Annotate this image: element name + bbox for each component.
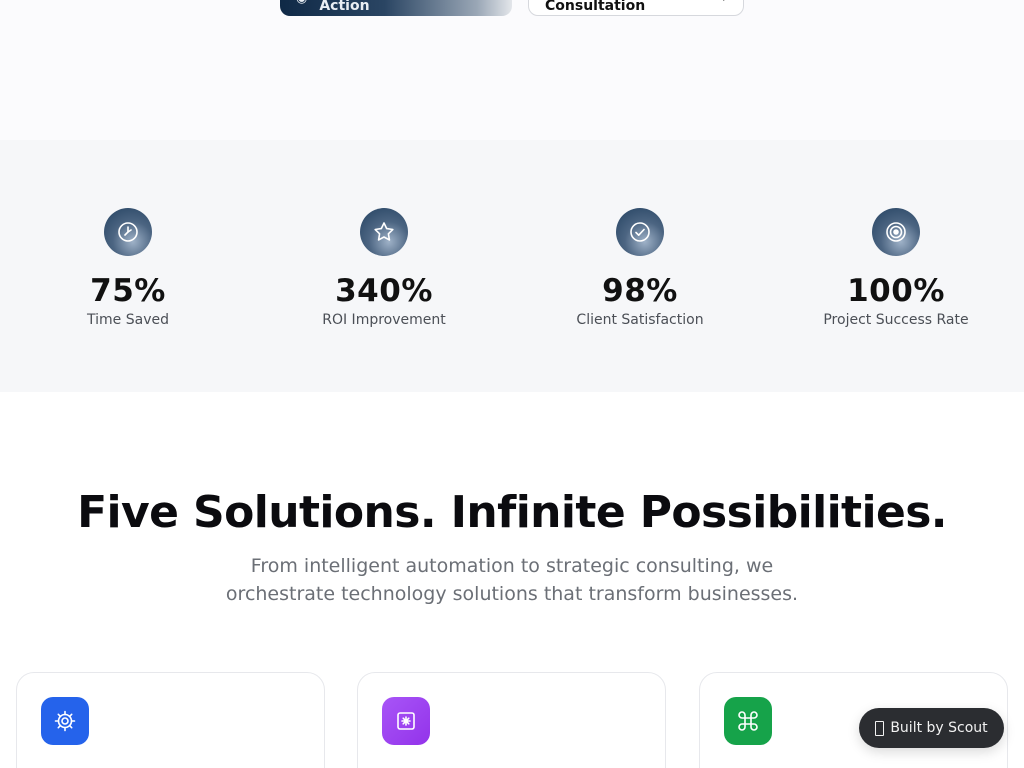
arrow-right-icon: → — [716, 0, 727, 6]
stat-time-saved: 75% Time Saved — [0, 208, 256, 330]
built-by-scout-label: Built by Scout — [890, 720, 988, 736]
stats-band: 75% Time Saved 340% ROI Improvement 98% … — [0, 140, 1024, 392]
stat-label: ROI Improvement — [322, 312, 446, 328]
stat-value: 100% — [847, 273, 945, 309]
stat-value: 340% — [335, 273, 433, 309]
star-icon — [360, 208, 408, 256]
solutions-subtitle: From intelligent automation to strategic… — [225, 555, 799, 605]
check-circle-icon — [616, 208, 664, 256]
play-icon: ◉ — [296, 0, 307, 6]
stat-roi-improvement: 340% ROI Improvement — [256, 208, 512, 330]
gear-icon — [41, 697, 89, 745]
see-automation-button[interactable]: ◉ See Automation In Action — [280, 0, 512, 16]
stat-value: 98% — [602, 273, 678, 309]
stat-label: Time Saved — [87, 312, 169, 328]
scout-logo-icon — [875, 720, 885, 736]
clock-icon — [104, 208, 152, 256]
sparkle-box-icon — [382, 697, 430, 745]
solution-card-ai[interactable] — [357, 672, 666, 768]
stat-label: Project Success Rate — [823, 312, 969, 328]
stat-client-satisfaction: 98% Client Satisfaction — [512, 208, 768, 330]
hero-section: ◉ See Automation In Action Schedule Cons… — [0, 0, 1024, 140]
stat-project-success: 100% Project Success Rate — [768, 208, 1024, 330]
built-by-scout-badge[interactable]: Built by Scout — [859, 708, 1004, 748]
schedule-consultation-label: Schedule Consultation — [545, 0, 646, 14]
command-icon — [724, 697, 772, 745]
target-icon — [872, 208, 920, 256]
solution-card-automation[interactable] — [16, 672, 325, 768]
schedule-consultation-button[interactable]: Schedule Consultation → — [528, 0, 744, 16]
solutions-title: Five Solutions. Infinite Possibilities. — [77, 487, 947, 538]
stat-value: 75% — [90, 273, 166, 309]
stat-label: Client Satisfaction — [576, 312, 704, 328]
see-automation-label: See Automation In Action — [319, 0, 370, 14]
